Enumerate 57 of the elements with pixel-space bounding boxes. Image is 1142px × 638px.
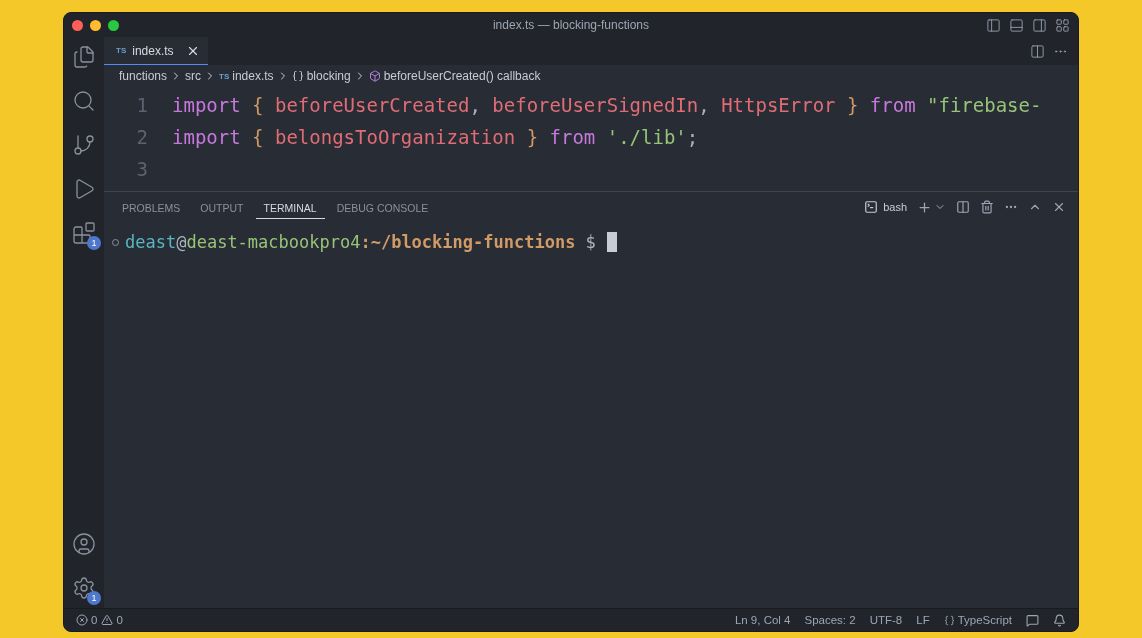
error-count[interactable]: 0 — [91, 614, 98, 626]
sidebar-toggle-icon[interactable] — [986, 17, 1001, 33]
warning-count[interactable]: 0 — [116, 614, 123, 626]
breadcrumb-item[interactable]: beforeUserCreated() callback — [383, 69, 541, 83]
typescript-icon: TS — [116, 46, 127, 55]
breadcrumb-item[interactable]: index.ts — [232, 69, 274, 83]
code-line: import { belongsToOrganization } from './lib'; — [172, 126, 699, 148]
breadcrumb-item[interactable]: src — [185, 69, 202, 83]
terminal-prompt: deast@deast-macbookpro4:~/blocking-functions $ — [125, 232, 596, 252]
terminal-icon[interactable] — [864, 200, 879, 214]
files-icon[interactable] — [72, 45, 96, 69]
tab-label: index.ts — [132, 43, 174, 58]
status-item[interactable]: UTF-8 — [869, 614, 903, 626]
search-icon[interactable] — [72, 89, 96, 113]
editor-tab[interactable]: TS index.ts — [104, 37, 208, 65]
branch-icon[interactable] — [72, 133, 96, 157]
status-item[interactable]: Spaces: 2 — [804, 614, 856, 626]
count-badge: 1 — [87, 236, 101, 250]
split-editor-icon[interactable] — [1030, 43, 1045, 59]
variable-icon — [291, 70, 304, 82]
close-icon[interactable] — [1052, 200, 1066, 214]
line-number: 2 — [135, 126, 149, 148]
error-icon[interactable] — [76, 614, 88, 626]
warning-icon[interactable] — [101, 614, 114, 626]
secondary-sidebar-icon[interactable] — [1032, 17, 1047, 33]
text-cursor — [606, 232, 617, 252]
line-number: 3 — [135, 158, 149, 180]
count-badge: 1 — [87, 591, 101, 605]
panel-tab[interactable]: TERMINAL — [255, 195, 325, 219]
code-line: import { beforeUserCreated, beforeUserSignedIn, HttpsError } from "firebase- — [172, 94, 1042, 116]
breadcrumb-item[interactable]: functions — [119, 69, 168, 83]
cube-icon — [368, 70, 381, 82]
account-icon[interactable] — [72, 532, 96, 556]
close-window-button[interactable] — [72, 19, 83, 31]
trash-icon[interactable] — [980, 200, 994, 214]
panel-tab[interactable]: PROBLEMS — [114, 195, 189, 219]
split-terminal-icon[interactable] — [956, 200, 970, 214]
settings-icon[interactable] — [72, 576, 96, 600]
bell-icon[interactable] — [1053, 613, 1066, 627]
feedback-icon[interactable] — [1026, 613, 1039, 627]
minimize-window-button[interactable] — [90, 19, 101, 31]
braces-icon[interactable] — [943, 614, 955, 626]
zoom-window-button[interactable] — [108, 19, 119, 31]
language-mode[interactable]: TypeScript — [957, 614, 1012, 626]
status-item[interactable]: Ln 9, Col 4 — [734, 614, 791, 626]
breadcrumb-item[interactable]: blocking — [306, 69, 351, 83]
panel-toggle-icon[interactable] — [1009, 17, 1024, 33]
terminal-name[interactable]: bash — [883, 201, 907, 213]
panel-tab[interactable]: DEBUG CONSOLE — [328, 195, 437, 219]
blocks-icon[interactable] — [72, 221, 96, 245]
layout-icon[interactable] — [1055, 17, 1070, 33]
line-number: 1 — [135, 94, 149, 116]
panel-tab[interactable]: OUTPUT — [192, 195, 252, 219]
status-item[interactable]: LF — [916, 614, 930, 626]
typescript-icon: TS — [219, 71, 230, 81]
window-title: index.ts — blocking-functions — [492, 18, 650, 32]
add-icon[interactable] — [917, 199, 932, 215]
